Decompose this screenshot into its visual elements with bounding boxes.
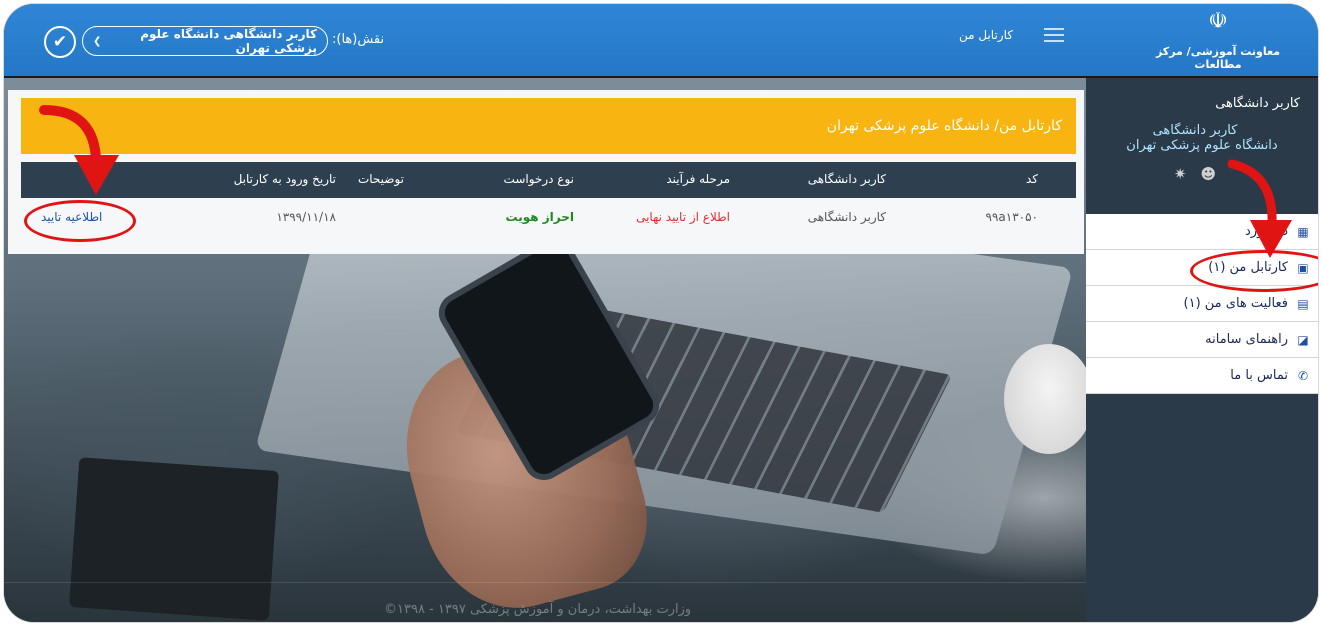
role-select[interactable]: کاربر دانشگاهی دانشگاه علوم پزشکی تهران … [82, 26, 328, 56]
table-header: کد کاربر دانشگاهی مرحله فرآیند نوع درخوا… [21, 162, 1076, 198]
column-stage[interactable]: مرحله فرآیند [666, 172, 730, 186]
annotation-arrow-left [39, 105, 119, 195]
sidebar-user-org: دانشگاه علوم پزشکی تهران [1126, 138, 1278, 153]
annotation-ellipse-action [24, 200, 136, 242]
logo-caption: معاونت آموزشی/ مرکز مطالعات [1155, 45, 1281, 71]
book-icon: ◪ [1297, 332, 1309, 347]
sidebar-user-title: کاربر دانشگاهی [1215, 96, 1300, 111]
footer-divider [4, 582, 1088, 583]
phone-icon: ✆ [1297, 368, 1309, 383]
column-type[interactable]: نوع درخواست [504, 172, 574, 186]
sidebar-item-activities[interactable]: ▤ فعالیت های من (۱) [1086, 286, 1318, 322]
app-frame: وزارت بهداشت، درمان و آموزش پزشکی ۱۳۹۷ -… [4, 4, 1318, 622]
row-stage: اطلاع از تایید نهایی [636, 210, 730, 224]
annotation-arrow-right [1227, 159, 1292, 258]
confirm-role-button[interactable]: ✔ [44, 26, 76, 58]
background-notebook [69, 457, 279, 621]
sidebar-item-label: تماس با ما [1230, 368, 1288, 383]
column-code[interactable]: کد [1026, 172, 1038, 186]
sidebar-item-help[interactable]: ◪ راهنمای سامانه [1086, 322, 1318, 358]
column-desc[interactable]: توضیحات [358, 172, 404, 186]
column-date[interactable]: تاریخ ورود به کارتابل [234, 172, 336, 186]
dashboard-icon: ▦ [1297, 224, 1309, 239]
footer-copyright: وزارت بهداشت، درمان و آموزش پزشکی ۱۳۹۷ -… [384, 602, 692, 617]
hamburger-menu-icon[interactable] [1044, 28, 1064, 42]
chevron-down-icon: ❯ [93, 35, 102, 47]
top-bar: ☫ معاونت آموزشی/ مرکز مطالعات کارتابل من… [4, 4, 1318, 78]
id-card-icon: ▤ [1297, 296, 1309, 311]
role-select-value: کاربر دانشگاهی دانشگاه علوم پزشکی تهران [140, 27, 317, 55]
role-label: نقش(ها): [332, 32, 385, 47]
column-user[interactable]: کاربر دانشگاهی [808, 172, 886, 186]
top-menu-kartabl-link[interactable]: کارتابل من [959, 28, 1013, 42]
gear-icon[interactable]: ✷ [1174, 165, 1201, 183]
panel-title: کارتابل من/ دانشگاه علوم پزشکی تهران [21, 98, 1076, 154]
background-cup [1004, 344, 1094, 454]
table-row: ۹۹a۱۳۰۵۰ کاربر دانشگاهی اطلاع از تایید ن… [21, 198, 1076, 238]
sidebar-item-contact[interactable]: ✆ تماس با ما [1086, 358, 1318, 394]
kartabl-panel: کارتابل من/ دانشگاه علوم پزشکی تهران کد … [8, 90, 1084, 254]
row-date: ۱۳۹۹/۱۱/۱۸ [276, 210, 336, 224]
row-user: کاربر دانشگاهی [807, 210, 886, 224]
row-code: ۹۹a۱۳۰۵۰ [985, 210, 1038, 224]
sidebar-user-role: کاربر دانشگاهی [1152, 123, 1238, 138]
sidebar-item-label: راهنمای سامانه [1205, 332, 1288, 347]
emblem-icon: ☫ [1208, 9, 1228, 34]
row-type: احراز هویت [505, 210, 574, 224]
logo-small-text [1148, 34, 1288, 43]
sidebar-item-label: فعالیت های من (۱) [1183, 296, 1288, 311]
ministry-logo[interactable]: ☫ معاونت آموزشی/ مرکز مطالعات [1148, 9, 1288, 72]
